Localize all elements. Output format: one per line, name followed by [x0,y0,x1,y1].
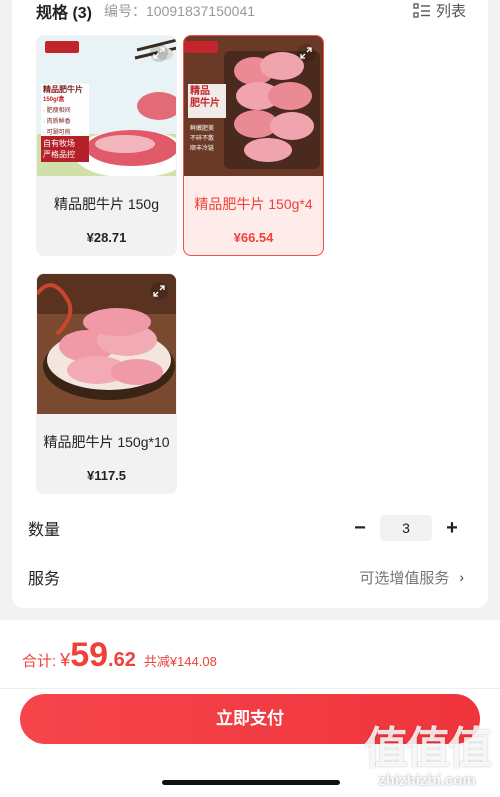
spec-code: 编号：10091837150041 [104,3,256,19]
quantity-input[interactable]: 3 [380,515,432,541]
total-amount-integer: 59 [70,636,109,674]
total-row: 合计: ¥ 59 .62 共减¥144.08 [22,636,217,675]
sku-image-150g: 精品肥牛片 150g/盒 · 肥瘦相间 · 肉质鲜香 · 可涮可煎 自有牧场 严… [37,36,176,176]
total-amount-decimal: .62 [108,649,136,671]
sku-image-150g-x4: 精品 肥牛片 鲜嫩肥美 不碎不散 顺丰冷链 [184,36,323,176]
sku-image-150g-x10 [37,274,176,414]
quantity-row: 数量 − 3 + [28,513,464,543]
service-value: 可选增值服务 [359,569,450,587]
sku-price: ¥28.71 [86,230,127,245]
sku-name: 精品肥牛片 150g [53,196,160,212]
expand-icon[interactable] [150,44,168,62]
sku-image-features: 鲜嫩肥美 不碎不散 顺丰冷链 [190,126,215,152]
sku-option-150g-x10[interactable]: 精品肥牛片 150g*10 ¥117.5 [36,273,177,494]
chevron-right-icon: › [459,569,464,585]
sku-option-150g[interactable]: 精品肥牛片 150g/盒 · 肥瘦相间 · 肉质鲜香 · 可涮可煎 自有牧场 严… [36,35,177,256]
sku-name: 精品肥牛片 150g*10 [43,434,170,450]
service-label: 服务 [28,571,61,588]
checkout-bar: 合计: ¥ 59 .62 共减¥144.08 立即支付 值值值 zhizhizh… [0,620,500,797]
watermark-url: zhizhizhi.com [378,772,476,789]
sku-price: ¥117.5 [86,468,127,483]
sku-image-caption: 精品 肥牛片 [190,86,220,109]
sku-image-badge: 自有牧场 严格品控 [43,139,75,159]
quantity-stepper: − 3 + [348,515,464,541]
watermark: 值值值 zhizhizhi.com [364,712,492,789]
divider [0,688,500,689]
quantity-label: 数量 [28,522,61,539]
sku-image-caption: 精品肥牛片 150g/盒 · 肥瘦相间 · 肉质鲜香 · 可涮可煎 [43,85,83,136]
list-view-icon [413,2,430,18]
expand-icon[interactable] [297,44,315,62]
total-currency: ¥ [60,650,71,670]
list-view-label: 列表 [435,3,466,20]
sku-name: 精品肥牛片 150g*4 [194,196,313,212]
service-row[interactable]: 服务 可选增值服务 › [28,562,464,592]
sku-option-150g-x4[interactable]: 精品 肥牛片 鲜嫩肥美 不碎不散 顺丰冷链 精品肥牛片 150g*4 ¥66.5… [183,35,324,256]
sku-price: ¥66.54 [233,230,274,245]
home-indicator [162,780,340,785]
expand-icon[interactable] [150,282,168,300]
discount-text: 共减¥144.08 [143,654,217,669]
decrement-button[interactable]: − [348,516,372,540]
list-view-toggle[interactable]: 列表 [413,0,466,21]
watermark-logo: 值值值 [364,724,492,773]
total-label: 合计: [22,653,57,670]
increment-button[interactable]: + [440,516,464,540]
spec-title: 规格 (3) [36,5,93,22]
spec-header: 规格 (3) 编号：10091837150041 列表 [36,0,466,22]
service-selector[interactable]: 可选增值服务 › [359,567,464,588]
